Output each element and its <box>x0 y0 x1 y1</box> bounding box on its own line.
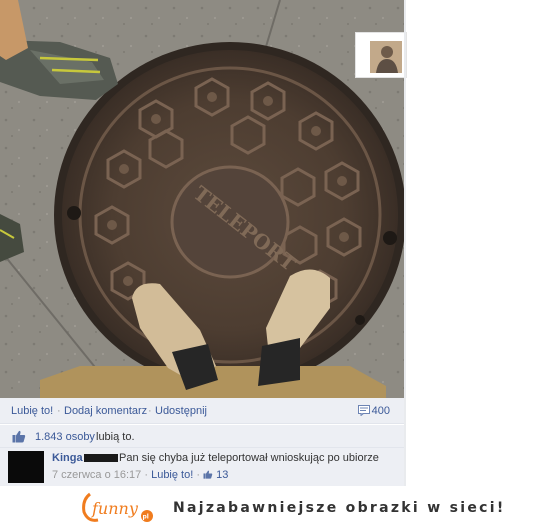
comment-item: Kinga Pan się chyba już teleportował wni… <box>0 448 404 486</box>
comment-date[interactable]: 7 czerwca o 16:17 <box>52 469 141 481</box>
thumbnail-image <box>370 41 402 73</box>
comment-like-link[interactable]: Lubię to! <box>151 469 193 481</box>
add-comment-link[interactable]: Dodaj komentarz <box>64 405 147 417</box>
likes-suffix: lubią to. <box>96 431 135 443</box>
likes-count-link[interactable]: 1.843 osoby <box>35 431 95 443</box>
likes-summary: 1.843 osoby lubią to. <box>0 425 404 448</box>
post-actions-bar: Lubię to! · Dodaj komentarz · Udostępnij… <box>0 398 404 424</box>
separator: · <box>196 469 201 481</box>
post-photo[interactable]: TELEPORT <box>0 0 404 398</box>
watermark-footer: funny pl Najzabawniejsze obrazki w sieci… <box>0 486 554 530</box>
like-link[interactable]: Lubię to! <box>11 405 53 417</box>
svg-text:funny: funny <box>91 499 139 518</box>
separator: · <box>148 405 152 417</box>
comment-like-count[interactable]: 13 <box>216 469 228 481</box>
separator: · <box>144 469 149 481</box>
comment-count[interactable]: 400 <box>372 405 390 417</box>
thumbs-up-icon <box>203 470 213 479</box>
comment-author[interactable]: Kinga <box>52 452 83 464</box>
avatar[interactable] <box>8 451 44 483</box>
manhole-photo-art: TELEPORT <box>0 0 404 398</box>
comment-meta: 7 czerwca o 16:17 · Lubię to! · 13 <box>52 469 228 481</box>
tagline: Najzabawniejsze obrazki w sieci! <box>173 500 506 516</box>
thumbs-up-icon <box>12 430 26 443</box>
divider <box>404 0 406 486</box>
comment-icon <box>358 405 370 416</box>
comment-text: Pan się chyba już teleportował wnioskują… <box>119 452 379 464</box>
facebook-post: TELEPORT Lubię to! · Dodaj komentarz · U… <box>0 0 407 486</box>
separator: · <box>57 405 61 417</box>
share-link[interactable]: Udostępnij <box>155 405 207 417</box>
svg-text:pl: pl <box>143 514 149 521</box>
funny-pl-logo: funny pl <box>82 492 153 522</box>
sidebar-thumbnail[interactable] <box>355 32 407 78</box>
redacted-surname <box>84 454 118 462</box>
